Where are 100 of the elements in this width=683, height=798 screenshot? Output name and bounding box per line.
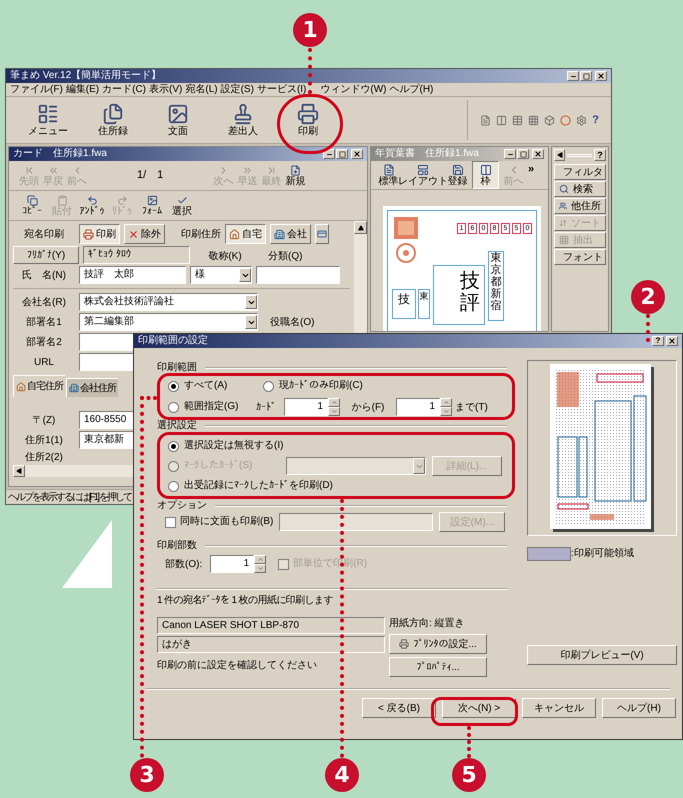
record-counter: 1/ 1 <box>137 168 164 184</box>
status-text: ヘルプを表示するには [F1] を押して <box>8 490 131 504</box>
toolbar-button[interactable]: ﾌｫｰﾑ <box>137 192 167 220</box>
card-icon <box>317 229 327 239</box>
toolbar-button[interactable]: ｱﾝﾄﾞｩ <box>77 192 107 220</box>
radio-button[interactable]: 現ｶｰﾄﾞのみ印刷(C) <box>263 380 363 392</box>
tab[interactable]: 自宅住所 <box>13 375 65 397</box>
close-button[interactable] <box>532 149 544 159</box>
left-arrow-icon <box>556 152 562 158</box>
help-button[interactable]: ? <box>652 336 664 346</box>
field-label: 部数(O): <box>165 558 202 572</box>
toggle-button[interactable]: 印刷 <box>79 224 120 244</box>
toolbar-button[interactable]: 登録 <box>444 161 471 189</box>
toggle-button[interactable]: 除外 <box>124 224 165 244</box>
close-button[interactable] <box>351 149 363 159</box>
radio-button[interactable]: 出受記録にﾏｰｸしたｶｰﾄﾞを印刷(D) <box>168 480 333 492</box>
dialog-button[interactable]: ﾌﾟﾛﾊﾟﾃｨ... <box>389 657 487 677</box>
spin-up-icon <box>256 556 264 563</box>
maximize-button[interactable] <box>336 149 348 159</box>
printable-area-swatch <box>527 546 571 560</box>
confirm-note: 印刷の前に設定を確認してください <box>157 660 318 672</box>
side-panel-button[interactable]: 検索 <box>554 181 606 197</box>
rewind-icon <box>48 164 58 176</box>
columns-icon <box>480 164 492 176</box>
help-button[interactable]: ? <box>594 149 606 161</box>
undo-icon <box>86 194 98 206</box>
collapse-button[interactable] <box>554 149 565 161</box>
last-icon <box>266 164 277 176</box>
highlight-outline <box>277 94 343 154</box>
menu-item[interactable]: 編集(E) <box>66 84 100 95</box>
close-button[interactable] <box>666 336 678 346</box>
checkbox-square[interactable] <box>165 516 176 528</box>
toolbar-button[interactable]: 文面 <box>148 98 208 142</box>
dropdown-field[interactable]: 様 <box>190 266 252 284</box>
stamp-icon <box>232 103 254 126</box>
toolbar-button[interactable]: 印刷 <box>278 98 338 142</box>
document-icon <box>382 164 394 176</box>
dialog-button[interactable]: 印刷プレビュー(V) <box>527 645 677 665</box>
field-label: 住所2(2) <box>24 450 64 464</box>
dropdown-field[interactable]: 第二編集部 <box>79 313 258 331</box>
radio-button[interactable]: 選択設定は無視する(I) <box>168 440 284 452</box>
radio-circle[interactable] <box>168 380 179 392</box>
image-icon <box>146 194 158 206</box>
text-field[interactable] <box>256 266 340 284</box>
toolbar-button[interactable]: メニュー <box>18 98 78 142</box>
radio-button[interactable]: すべて(A) <box>168 380 263 392</box>
close-icon <box>668 337 676 345</box>
furigana-button[interactable]: ﾌﾘｶﾞﾅ(Y) <box>13 246 79 264</box>
tab[interactable]: 会社住所 <box>66 378 118 397</box>
checkbox[interactable]: 同時に文面も印刷(B) <box>165 516 274 528</box>
menu-item[interactable]: 設定(S) <box>220 84 254 95</box>
window-title: 筆まめ Ver.12【簡単活用モード】 <box>10 69 162 83</box>
minimize-button[interactable] <box>323 149 335 159</box>
minimize-button[interactable] <box>567 71 579 81</box>
text-field[interactable] <box>279 513 434 531</box>
text-field[interactable]: 技評 太郎 <box>79 266 186 284</box>
dialog-button[interactable]: < 戻る(B) <box>362 698 436 718</box>
callout-number: 1 <box>293 13 327 47</box>
menu-item[interactable]: ファイル(F) <box>10 84 63 95</box>
menu-item[interactable]: 表示(V) <box>149 84 182 95</box>
printer-name-field: Canon LASER SHOT LBP-870 <box>157 617 385 634</box>
maximize-button[interactable] <box>517 149 529 159</box>
menu-item[interactable]: ヘルプ(H) <box>390 84 434 95</box>
toolbar-button[interactable]: 枠 <box>472 161 499 189</box>
toolbar-button[interactable]: 差出人 <box>213 98 273 142</box>
menu-item[interactable]: ウィンドウ(W) <box>320 84 386 95</box>
toolbar-button[interactable]: 新規 <box>283 162 308 190</box>
toolbar-button[interactable]: 住所録 <box>83 98 143 142</box>
check-icon <box>176 194 188 206</box>
side-panel-button[interactable]: フォント <box>554 249 606 265</box>
dialog-button[interactable]: ﾌﾟﾘﾝﾀの設定... <box>389 634 487 654</box>
summary-text: 1 件の宛名ﾃﾞｰﾀを 1 枚の用紙に印刷します <box>157 595 334 607</box>
dropdown-field[interactable] <box>286 457 426 475</box>
help-mark[interactable]: ? <box>592 112 599 128</box>
menu-item[interactable]: 宛名(L) <box>185 84 218 95</box>
group-heading: オプション <box>157 500 207 512</box>
toggle-button[interactable]: 自宅 <box>225 224 266 244</box>
dialog-button[interactable]: ヘルプ(H) <box>602 698 676 718</box>
toolbar-button[interactable]: ｺﾋﾟｰ <box>17 192 47 220</box>
search-icon <box>559 184 569 194</box>
dropdown-field[interactable]: 株式会社技術評論社 <box>79 293 258 311</box>
side-panel-button[interactable]: フィルタ <box>554 164 606 180</box>
radio-circle[interactable] <box>168 440 179 452</box>
field-label: から(F) <box>350 400 386 414</box>
side-panel-button[interactable]: 他住所 <box>554 198 606 214</box>
house-icon <box>229 228 240 240</box>
more-button[interactable]: » <box>528 161 534 178</box>
menu-item[interactable]: サービス(I) <box>256 84 306 95</box>
field-label: 宛名印刷 <box>23 228 65 242</box>
maximize-button[interactable] <box>580 71 592 81</box>
card-button[interactable] <box>315 224 329 244</box>
menu-item[interactable]: カード(C) <box>102 84 146 95</box>
close-button[interactable] <box>595 71 607 81</box>
radio-button[interactable]: 範囲指定(G) <box>168 401 256 413</box>
toolbar-button[interactable]: 選択 <box>167 192 197 220</box>
toggle-button[interactable]: 会社 <box>270 224 311 244</box>
maximize-icon <box>582 72 590 80</box>
minimize-button[interactable] <box>504 149 516 159</box>
dialog-button[interactable]: キャンセル <box>522 698 596 718</box>
field-label: 印刷住所 <box>181 228 221 242</box>
